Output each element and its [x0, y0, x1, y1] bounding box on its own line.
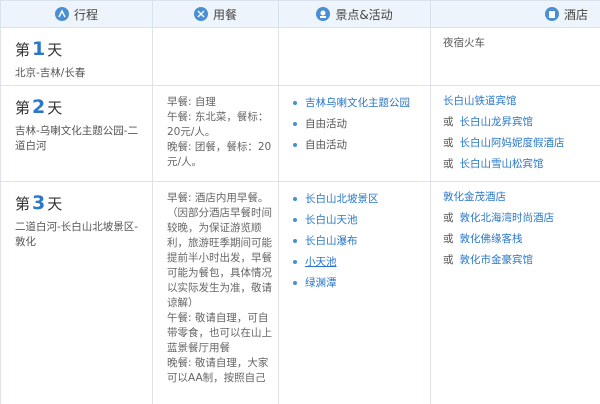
header-attractions-label: 景点&活动 — [335, 7, 393, 22]
meals-cell: 早餐: 自理 午餐: 东北菜，餐标：20元/人。 晚餐: 团餐，餐标：20元/人… — [152, 85, 279, 182]
day-title: 第3天 — [15, 190, 142, 216]
meal-breakfast: 早餐: 自理 — [167, 96, 216, 108]
hotel-option: 或敦化北海湾时尚酒店 — [443, 211, 594, 229]
hotel-link[interactable]: 长白山雪山松宾馆 — [460, 158, 544, 170]
activity-label: 自由活动 — [305, 138, 347, 151]
bullet-icon — [293, 218, 297, 222]
header-attractions: 景点&活动 — [278, 0, 431, 28]
activity-item[interactable]: 长白山北坡景区 — [293, 190, 424, 208]
bullet-icon — [293, 122, 297, 126]
activities-cell — [278, 27, 431, 86]
activity-item[interactable]: 长白山天池 — [293, 211, 424, 229]
day-suffix: 天 — [47, 41, 63, 59]
table-row: 第1天 北京-吉林/长春 夜宿火车 — [0, 27, 600, 86]
bullet-icon — [293, 260, 297, 264]
activity-item[interactable]: 小天池 — [293, 253, 424, 271]
day-number: 2 — [32, 96, 46, 118]
activity-label: 自由活动 — [305, 117, 347, 130]
day-title: 第2天 — [15, 94, 142, 120]
hotel-option: 敦化金茂酒店 — [443, 190, 594, 208]
hotel-cell: 长白山铁道宾馆 或长白山龙昇宾馆 或长白山阿妈妮度假酒店 或长白山雪山松宾馆 — [430, 85, 600, 182]
activity-link[interactable]: 小天池 — [305, 255, 337, 270]
activity-item[interactable]: 吉林乌喇文化主题公园 — [293, 94, 424, 112]
scenery-icon — [316, 7, 331, 21]
table-header: 行程 用餐 景点&活动 酒店 — [0, 0, 600, 28]
day-number: 1 — [32, 38, 46, 60]
meal-dinner: 晚餐: 敬请自理，大家可以AA制，按照自己 — [167, 357, 269, 384]
activities-cell: 长白山北坡景区 长白山天池 长白山瀑布 小天池 绿渊潭 — [278, 181, 431, 404]
table-row: 第2天 吉林-乌喇文化主题公园-二道白河 早餐: 自理 午餐: 东北菜，餐标：2… — [0, 85, 600, 182]
hotel-cell: 敦化金茂酒店 或敦化北海湾时尚酒店 或敦化佛缘客栈 或敦化市金豪宾馆 — [430, 181, 600, 404]
activities-cell: 吉林乌喇文化主题公园 自由活动 自由活动 — [278, 85, 431, 182]
activity-item: 自由活动 — [293, 136, 424, 154]
hotel-option: 或敦化市金豪宾馆 — [443, 253, 594, 271]
itinerary-page: 行程 用餐 景点&活动 酒店 第 1 天 北京-吉林/长春 夜宿火车 第 2 天… — [0, 0, 600, 404]
day-prefix: 第 — [15, 195, 31, 213]
hotel-or: 或 — [443, 158, 454, 170]
hotel-link[interactable]: 长白山龙昇宾馆 — [460, 116, 534, 128]
hotel-link[interactable]: 敦化市金豪宾馆 — [460, 254, 534, 266]
day-cell: 第3天 二道白河-长白山北坡景区-敦化 — [0, 181, 153, 404]
itinerary-table: 行程 用餐 景点&活动 酒店 第 1 天 北京-吉林/长春 夜宿火车 第 2 天… — [0, 0, 600, 404]
activity-link[interactable]: 长白山天池 — [305, 213, 358, 228]
meal-breakfast: 早餐: 酒店内用早餐。（因部分酒店早餐时间较晚，为保证游览顺利，旅游旺季期间可能… — [167, 192, 272, 309]
activity-item[interactable]: 长白山瀑布 — [293, 232, 424, 250]
hotel-or: 或 — [443, 116, 454, 128]
cutlery-icon — [193, 7, 208, 21]
bullet-icon — [293, 197, 297, 201]
meals-cell: 早餐: 酒店内用早餐。（因部分酒店早餐时间较晚，为保证游览顺利，旅游旺季期间可能… — [152, 181, 279, 404]
activity-link[interactable]: 吉林乌喇文化主题公园 — [305, 96, 410, 111]
day-route: 北京-吉林/长春 — [15, 67, 86, 79]
bullet-icon — [293, 143, 297, 147]
header-meals: 用餐 — [152, 0, 279, 28]
hotel-link[interactable]: 敦化金茂酒店 — [443, 191, 506, 203]
day-number: 3 — [32, 192, 46, 214]
day-title: 第1天 — [15, 36, 142, 62]
header-itinerary: 行程 — [0, 0, 153, 28]
hotel-link[interactable]: 敦化北海湾时尚酒店 — [460, 212, 555, 224]
hotel-or: 或 — [443, 137, 454, 149]
activity-item: 自由活动 — [293, 115, 424, 133]
meal-lunch: 午餐: 敬请自理，可自带零食，也可以在山上蓝景餐厅用餐 — [167, 312, 272, 354]
day-suffix: 天 — [47, 99, 63, 117]
table-row: 第3天 二道白河-长白山北坡景区-敦化 早餐: 酒店内用早餐。（因部分酒店早餐时… — [0, 181, 600, 404]
route-icon — [54, 7, 69, 21]
day-prefix: 第 — [15, 41, 31, 59]
bullet-icon — [293, 101, 297, 105]
meals-cell — [152, 27, 279, 86]
hotel-link[interactable]: 长白山铁道宾馆 — [443, 95, 517, 107]
activity-item[interactable]: 绿渊潭 — [293, 274, 424, 292]
bullet-icon — [293, 281, 297, 285]
meal-dinner: 晚餐: 团餐，餐标：20元/人。 — [167, 141, 272, 168]
hotel-icon — [544, 7, 559, 21]
hotel-or: 或 — [443, 254, 454, 266]
hotel-link[interactable]: 敦化佛缘客栈 — [460, 233, 523, 245]
header-itinerary-label: 行程 — [73, 7, 98, 22]
activity-link[interactable]: 长白山瀑布 — [305, 234, 358, 249]
hotel-cell: 夜宿火车 — [430, 27, 600, 86]
header-hotel: 酒店 — [430, 0, 600, 28]
hotel-option: 或长白山雪山松宾馆 — [443, 157, 594, 175]
hotel-option: 或敦化佛缘客栈 — [443, 232, 594, 250]
day-cell: 第2天 吉林-乌喇文化主题公园-二道白河 — [0, 85, 153, 182]
activity-link[interactable]: 绿渊潭 — [305, 276, 337, 291]
day-prefix: 第 — [15, 99, 31, 117]
day-cell: 第1天 北京-吉林/长春 — [0, 27, 153, 86]
day-route: 吉林-乌喇文化主题公园-二道白河 — [15, 125, 139, 152]
hotel-option: 或长白山龙昇宾馆 — [443, 115, 594, 133]
day-route: 二道白河-长白山北坡景区-敦化 — [15, 221, 139, 248]
header-hotel-label: 酒店 — [563, 7, 588, 22]
hotel-note: 夜宿火车 — [443, 37, 485, 49]
header-meals-label: 用餐 — [212, 7, 237, 22]
hotel-option: 或长白山阿妈妮度假酒店 — [443, 136, 594, 154]
meal-lunch: 午餐: 东北菜，餐标：20元/人。 — [167, 111, 269, 138]
hotel-or: 或 — [443, 212, 454, 224]
hotel-link[interactable]: 长白山阿妈妮度假酒店 — [460, 137, 565, 149]
activity-link[interactable]: 长白山北坡景区 — [305, 192, 379, 207]
day-suffix: 天 — [47, 195, 63, 213]
hotel-or: 或 — [443, 233, 454, 245]
bullet-icon — [293, 239, 297, 243]
hotel-option: 长白山铁道宾馆 — [443, 94, 594, 112]
